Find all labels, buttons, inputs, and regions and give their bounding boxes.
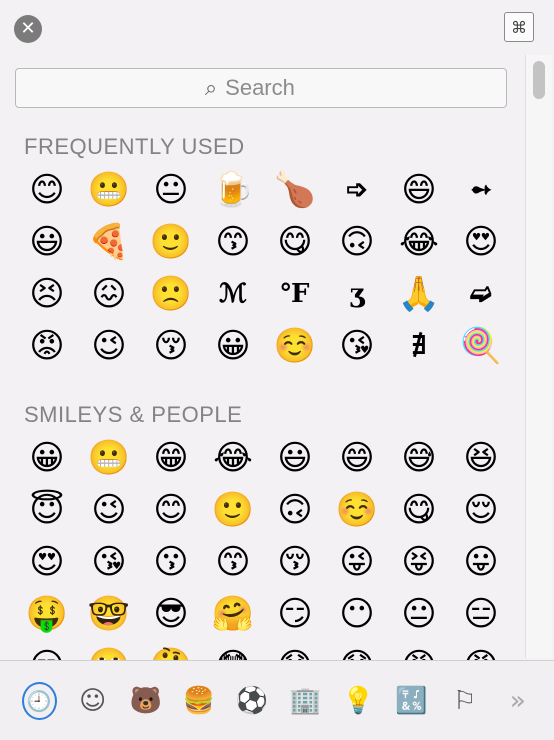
emoji-disappointed-face[interactable]: 😞 — [264, 640, 326, 660]
emoji-pouting-face[interactable]: 😡 — [450, 640, 512, 660]
activity-icon[interactable]: ⚽ — [235, 682, 269, 720]
emoji-grimacing-face[interactable]: 😬 — [78, 432, 140, 484]
emoji-neutral-face[interactable]: 😐 — [388, 588, 450, 640]
emoji-feathered-arrow[interactable]: ➻ — [450, 164, 512, 216]
emoji-nerd-face[interactable]: 🤓 — [78, 588, 140, 640]
emoji-upside-down-face[interactable]: 🙃 — [326, 216, 388, 268]
emoji-neutral-face[interactable]: 😐 — [140, 164, 202, 216]
emoji-shadowed-arrow[interactable]: ➫ — [450, 268, 512, 320]
emoji-kissing-face-with-smiling-eyes[interactable]: 😙 — [202, 536, 264, 588]
emoji-kissing-face-with-closed-eyes[interactable]: 😚 — [140, 320, 202, 372]
emoji-angry-face[interactable]: 😠 — [388, 640, 450, 660]
emoji-kissing-face[interactable]: 😗 — [140, 536, 202, 588]
emoji-degree-fahrenheit[interactable]: ℉ — [264, 268, 326, 320]
section-title-frequently-used: FREQUENTLY USED — [24, 134, 245, 159]
emoji-money-mouth-face[interactable]: 🤑 — [16, 588, 78, 640]
emoji-winking-face[interactable]: 😉 — [78, 320, 140, 372]
emoji-heart-eyes[interactable]: 😍 — [16, 536, 78, 588]
more-categories-icon[interactable]: » — [501, 682, 535, 720]
search-icon: ⌕ — [204, 75, 218, 101]
emoji-winking-face[interactable]: 😉 — [78, 484, 140, 536]
emoji-lollipop[interactable]: 🍭 — [450, 320, 512, 372]
search-field[interactable]: ⌕ — [15, 68, 507, 108]
category-bar: 🕘 ☺ 🐻 🍔 ⚽ 🏢 💡 🔣 ⚐ » — [0, 660, 554, 740]
animals-icon[interactable]: 🐻 — [129, 682, 163, 720]
emoji-heart-eyes[interactable]: 😍 — [450, 216, 512, 268]
emoji-ezh[interactable]: ʒ — [326, 268, 388, 320]
emoji-poultry-leg[interactable]: 🍗 — [264, 164, 326, 216]
emoji-thinking-face[interactable]: 🤔 — [140, 640, 202, 660]
emoji-slightly-smiling-face[interactable]: 🙂 — [140, 216, 202, 268]
emoji-upside-down-face[interactable]: 🙃 — [264, 484, 326, 536]
emoji-smiling-face[interactable]: ☺️ — [326, 484, 388, 536]
emoji-beer-mug[interactable]: 🍺 — [202, 164, 264, 216]
emoji-pouting-face[interactable]: 😡 — [16, 320, 78, 372]
smileys-people-grid: 😀😬😁😂😃😄😅😆 😇😉😊🙂🙃☺️😋😌 😍😘😗😙😚😜😝😛 🤑🤓😎🤗😏😶😐😑 😒🙄🤔😳😞😟😠… — [16, 432, 512, 660]
emoji-winking-face-with-tongue[interactable]: 😜 — [326, 536, 388, 588]
travel-icon[interactable]: 🏢 — [288, 682, 322, 720]
emoji-slightly-frowning-face[interactable]: 🙁 — [140, 268, 202, 320]
emoji-smiling-face-with-smiling-eyes[interactable]: 😊 — [16, 164, 78, 216]
emoji-kissing-face-with-closed-eyes[interactable]: 😚 — [264, 536, 326, 588]
emoji-squinting-face-with-tongue[interactable]: 😝 — [388, 536, 450, 588]
emoji-face-without-mouth[interactable]: 😶 — [326, 588, 388, 640]
emoji-expressionless-face[interactable]: 😑 — [450, 588, 512, 640]
food-icon[interactable]: 🍔 — [182, 682, 216, 720]
emoji-face-with-tears-of-joy[interactable]: 😂 — [388, 216, 450, 268]
emoji-pizza[interactable]: 🍕 — [78, 216, 140, 268]
emoji-face-blowing-a-kiss[interactable]: 😘 — [78, 536, 140, 588]
emoji-smiling-face-with-smiling-eyes[interactable]: 😊 — [140, 484, 202, 536]
emoji-flushed-face[interactable]: 😳 — [202, 640, 264, 660]
emoji-smiley[interactable]: 😃 — [16, 216, 78, 268]
emoji-beaming-face[interactable]: 😁 — [140, 432, 202, 484]
emoji-smirking-face[interactable]: 😏 — [264, 588, 326, 640]
emoji-slightly-smiling-face[interactable]: 🙂 — [202, 484, 264, 536]
emoji-face-with-tears-of-joy[interactable]: 😂 — [202, 432, 264, 484]
emoji-smiling-face-with-sunglasses[interactable]: 😎 — [140, 588, 202, 640]
emoji-face-with-rolling-eyes[interactable]: 🙄 — [78, 640, 140, 660]
emoji-grinning-face[interactable]: 😀 — [16, 432, 78, 484]
scroll-thumb[interactable] — [533, 61, 545, 99]
emoji-grinning-face-with-sweat[interactable]: 😅 — [388, 432, 450, 484]
close-icon[interactable]: ✕ — [14, 15, 42, 43]
emoji-grinning-squinting-face[interactable]: 😆 — [450, 432, 512, 484]
emoji-kissing-face-with-smiling-eyes[interactable]: 😙 — [202, 216, 264, 268]
emoji-grimacing-face[interactable]: 😬 — [78, 164, 140, 216]
smileys-icon[interactable]: ☺ — [76, 682, 110, 720]
emoji-face-savoring-food[interactable]: 😋 — [388, 484, 450, 536]
scrollbar[interactable] — [525, 55, 552, 658]
emoji-worried-face[interactable]: 😟 — [326, 640, 388, 660]
flags-icon[interactable]: ⚐ — [448, 682, 482, 720]
emoji-grinning-face-with-smiling-eyes[interactable]: 😄 — [326, 432, 388, 484]
symbols-icon[interactable]: 🔣 — [395, 682, 429, 720]
emoji-smiling-face[interactable]: ☺️ — [264, 320, 326, 372]
emoji-persevering-face[interactable]: 😣 — [16, 268, 78, 320]
emoji-relieved-face[interactable]: 😌 — [450, 484, 512, 536]
recent-icon[interactable]: 🕘 — [22, 681, 57, 720]
emoji-smiley[interactable]: 😃 — [264, 432, 326, 484]
emoji-script-m[interactable]: ℳ — [202, 268, 264, 320]
objects-icon[interactable]: 💡 — [341, 682, 375, 720]
emoji-face-with-tongue[interactable]: 😛 — [450, 536, 512, 588]
emoji-grinning-face[interactable]: 😀 — [202, 320, 264, 372]
section-title-smileys-people: SMILEYS & PEOPLE — [24, 402, 243, 427]
emoji-white-right-arrow[interactable]: ➩ — [326, 164, 388, 216]
character-viewer-icon[interactable]: ⌘ — [504, 12, 534, 42]
emoji-grinning-face-with-smiling-eyes[interactable]: 😄 — [388, 164, 450, 216]
emoji-confounded-face[interactable]: 😖 — [78, 268, 140, 320]
emoji-face-savoring-food[interactable]: 😋 — [264, 216, 326, 268]
emoji-smiling-face-with-halo[interactable]: 😇 — [16, 484, 78, 536]
search-input[interactable] — [223, 74, 318, 102]
emoji-folded-hands[interactable]: 🙏 — [388, 268, 450, 320]
emoji-hugging-face[interactable]: 🤗 — [202, 588, 264, 640]
emoji-face-blowing-a-kiss[interactable]: 😘 — [326, 320, 388, 372]
emoji-not-exists[interactable]: ∄ — [388, 320, 450, 372]
frequently-used-grid: 😊 😬 😐 🍺 🍗 ➩ 😄 ➻ 😃 🍕 🙂 😙 😋 🙃 😂 😍 😣 😖 🙁 ℳ ℉ ʒ 🙏 ➫ 😡 😉 😚 😀 ☺️ 😘 ∄ 🍭 — [16, 164, 512, 372]
emoji-unamused-face[interactable]: 😒 — [16, 640, 78, 660]
